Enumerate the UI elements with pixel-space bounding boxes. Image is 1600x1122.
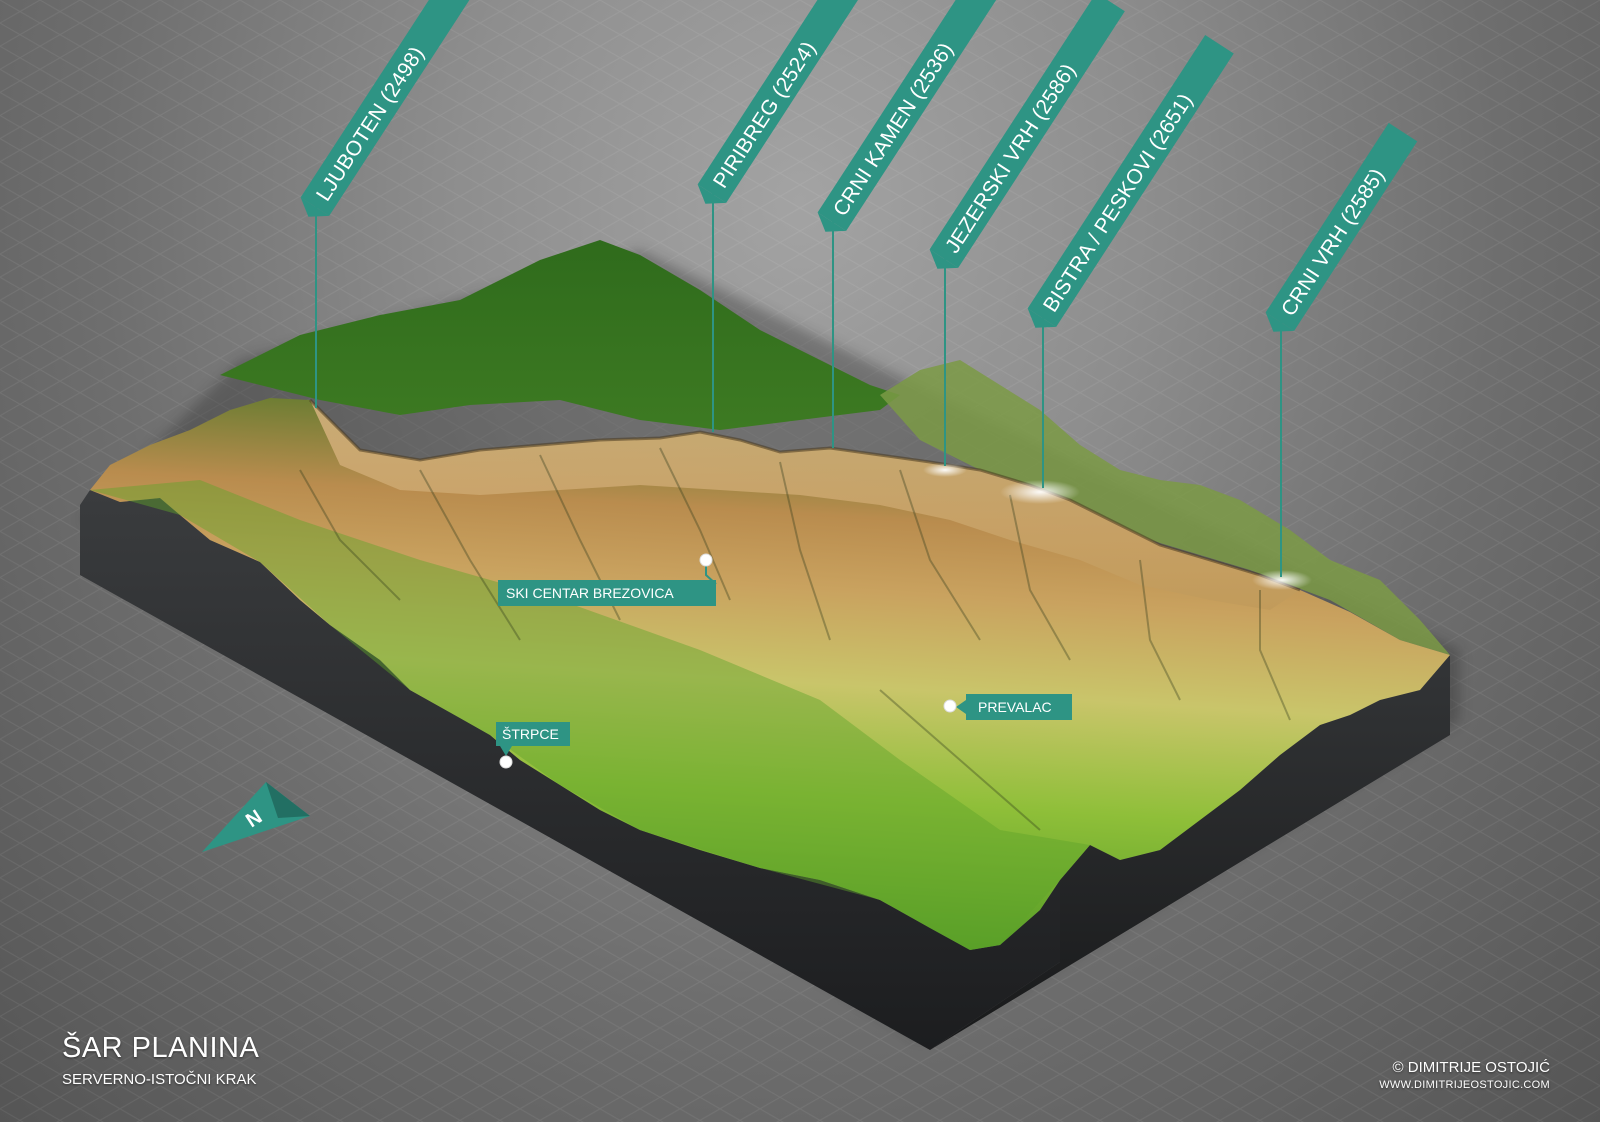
terrain-map-scene: LJUBOTEN (2498) PIRIBREG (2524) CRNI KAM… (0, 0, 1600, 1122)
marker-dot (699, 553, 713, 567)
place-label: PREVALAC (978, 699, 1052, 715)
place-label: ŠTRPCE (502, 726, 559, 742)
place-label: SKI CENTAR BREZOVICA (506, 585, 674, 601)
author-website: WWW.DIMITRIJEOSTOJIC.COM (1379, 1079, 1550, 1091)
map-subtitle: SERVERNO-ISTOČNI KRAK (62, 1071, 257, 1088)
marker-dot (499, 755, 513, 769)
snow-peak-bistra (1000, 480, 1080, 504)
map-title-block: ŠAR PLANINA SERVERNO-ISTOČNI KRAK (62, 1032, 259, 1088)
credit-block: © DIMITRIJE OSTOJIĆ WWW.DIMITRIJEOSTOJIC… (1379, 1059, 1550, 1091)
map-title: ŠAR PLANINA (62, 1032, 260, 1064)
marker-dot (943, 699, 957, 713)
author-credit: © DIMITRIJE OSTOJIĆ (1392, 1059, 1550, 1076)
